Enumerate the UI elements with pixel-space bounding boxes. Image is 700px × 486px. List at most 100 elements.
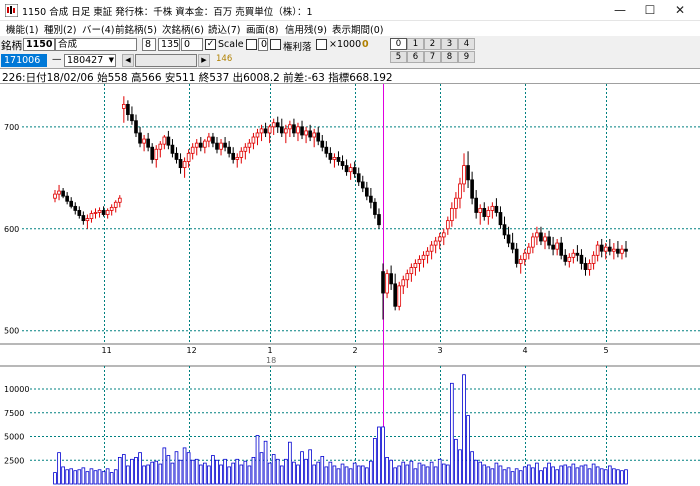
- candle-up: [478, 207, 483, 213]
- candle-down: [470, 179, 474, 199]
- volume-bar: [304, 458, 308, 485]
- num-button-0[interactable]: 0: [390, 38, 407, 50]
- candle-down: [482, 207, 487, 217]
- candle-up: [603, 246, 608, 252]
- menu-kinou[interactable]: 機能(1): [6, 22, 38, 36]
- volume-bar: [526, 464, 531, 485]
- volume-bar: [69, 468, 74, 485]
- candle-down: [506, 234, 511, 244]
- price-tick-label: 500: [4, 327, 19, 336]
- symbol-name-field[interactable]: 合成: [55, 38, 137, 51]
- code-input[interactable]: 1150: [23, 38, 55, 51]
- candlestick-chart[interactable]: 7006005001000075005000250011 12 1 2 3 4 518: [0, 84, 700, 486]
- field-a-input[interactable]: 8: [142, 38, 156, 51]
- candle-up: [113, 201, 118, 208]
- num-button-7[interactable]: 7: [424, 51, 441, 63]
- candle-up: [522, 252, 527, 260]
- num-button-4[interactable]: 4: [458, 38, 475, 50]
- num-button-9[interactable]: 9: [458, 51, 475, 63]
- chart-app-icon: [5, 4, 18, 17]
- volume-bar: [122, 454, 126, 485]
- candle-up: [53, 193, 57, 199]
- volume-bar: [126, 465, 130, 485]
- candle-up: [348, 167, 353, 173]
- option-checkbox[interactable]: [246, 39, 257, 50]
- candle-up: [454, 197, 458, 209]
- num-button-5[interactable]: 5: [390, 51, 407, 63]
- volume-bar: [267, 462, 272, 485]
- field-d-input[interactable]: 0: [258, 38, 268, 51]
- menu-shubetsu[interactable]: 種別(2): [44, 22, 76, 36]
- field-c-input[interactable]: 0: [181, 38, 203, 51]
- price-tick-label: 700: [4, 123, 19, 132]
- menu-prev-symbol[interactable]: 前銘柄(5): [115, 22, 157, 36]
- volume-bar: [389, 459, 393, 485]
- num-button-8[interactable]: 8: [441, 51, 458, 63]
- num-button-2[interactable]: 2: [424, 38, 441, 50]
- volume-bar: [522, 466, 527, 485]
- bar-count: 146: [216, 54, 233, 64]
- volume-bar: [255, 435, 260, 485]
- x1000-checkbox[interactable]: [316, 39, 327, 50]
- volume-bar: [490, 468, 495, 485]
- period-scrollbar[interactable]: [135, 54, 197, 67]
- scale-checkbox[interactable]: ✓: [205, 39, 216, 50]
- volume-bar: [344, 466, 349, 485]
- volume-bar: [555, 469, 559, 485]
- candle-up: [154, 148, 159, 160]
- menu-margin[interactable]: 信用残(9): [285, 22, 327, 36]
- num-button-1[interactable]: 1: [407, 38, 424, 50]
- candle-up: [105, 210, 110, 215]
- candle-down: [336, 157, 341, 162]
- scroll-left-button[interactable]: ◀: [122, 54, 134, 67]
- volume-bar: [413, 468, 418, 485]
- chart-area[interactable]: 700 600 500 10000 7500 5000 2500 11 12 1 2 3 4 5 18: [0, 84, 700, 486]
- volume-bar: [340, 463, 345, 485]
- menu-screen[interactable]: 画面(8): [246, 22, 278, 36]
- candle-up: [162, 136, 167, 145]
- candle-down: [61, 190, 65, 197]
- volume-bar: [559, 465, 564, 485]
- candle-up: [417, 258, 422, 264]
- candle-up: [122, 103, 126, 109]
- candle-down: [624, 248, 628, 252]
- candle-down: [134, 120, 138, 134]
- volume-bar: [603, 469, 608, 485]
- candle-up: [591, 254, 596, 264]
- volume-bar: [514, 468, 519, 485]
- volume-bar: [279, 465, 284, 485]
- volume-bar: [223, 458, 227, 485]
- scroll-right-button[interactable]: ▶: [198, 54, 210, 67]
- candle-down: [101, 210, 106, 215]
- close-button[interactable]: ✕: [660, 0, 700, 21]
- date-to-select[interactable]: 180427 ▼: [64, 54, 116, 67]
- menu-next-symbol[interactable]: 次銘柄(6): [162, 22, 204, 36]
- volume-bar: [251, 456, 256, 485]
- volume-bar: [146, 464, 150, 485]
- candle-down: [215, 142, 219, 150]
- volume-bar: [462, 374, 466, 485]
- volume-bar: [437, 458, 442, 485]
- title-bar[interactable]: 1150 合成 日足 東証 発行株：千株 資本金：百万 売買単位（株）：1 — …: [0, 0, 700, 21]
- menu-display-period[interactable]: 表示期間(0): [332, 22, 383, 36]
- month-label: 1: [268, 346, 273, 355]
- candle-up: [421, 254, 426, 260]
- volume-bar: [190, 459, 195, 485]
- menu-load[interactable]: 読込(7): [208, 22, 240, 36]
- candle-down: [551, 244, 555, 250]
- date-from-input[interactable]: 171006: [1, 54, 47, 67]
- volume-bar: [97, 469, 102, 485]
- menu-bar-type[interactable]: バー(4): [82, 22, 114, 36]
- volume-bar: [478, 461, 483, 485]
- volume-bar: [296, 464, 300, 485]
- num-button-6[interactable]: 6: [407, 51, 424, 63]
- volume-bar: [575, 467, 580, 485]
- candle-up: [255, 132, 260, 138]
- num-button-3[interactable]: 3: [441, 38, 458, 50]
- candle-down: [514, 248, 519, 264]
- kenri-checkbox[interactable]: [270, 39, 281, 50]
- volume-bar: [292, 461, 296, 485]
- field-b-input[interactable]: 1350: [158, 38, 180, 51]
- volume-bar: [385, 456, 389, 485]
- volume-bar: [429, 461, 434, 485]
